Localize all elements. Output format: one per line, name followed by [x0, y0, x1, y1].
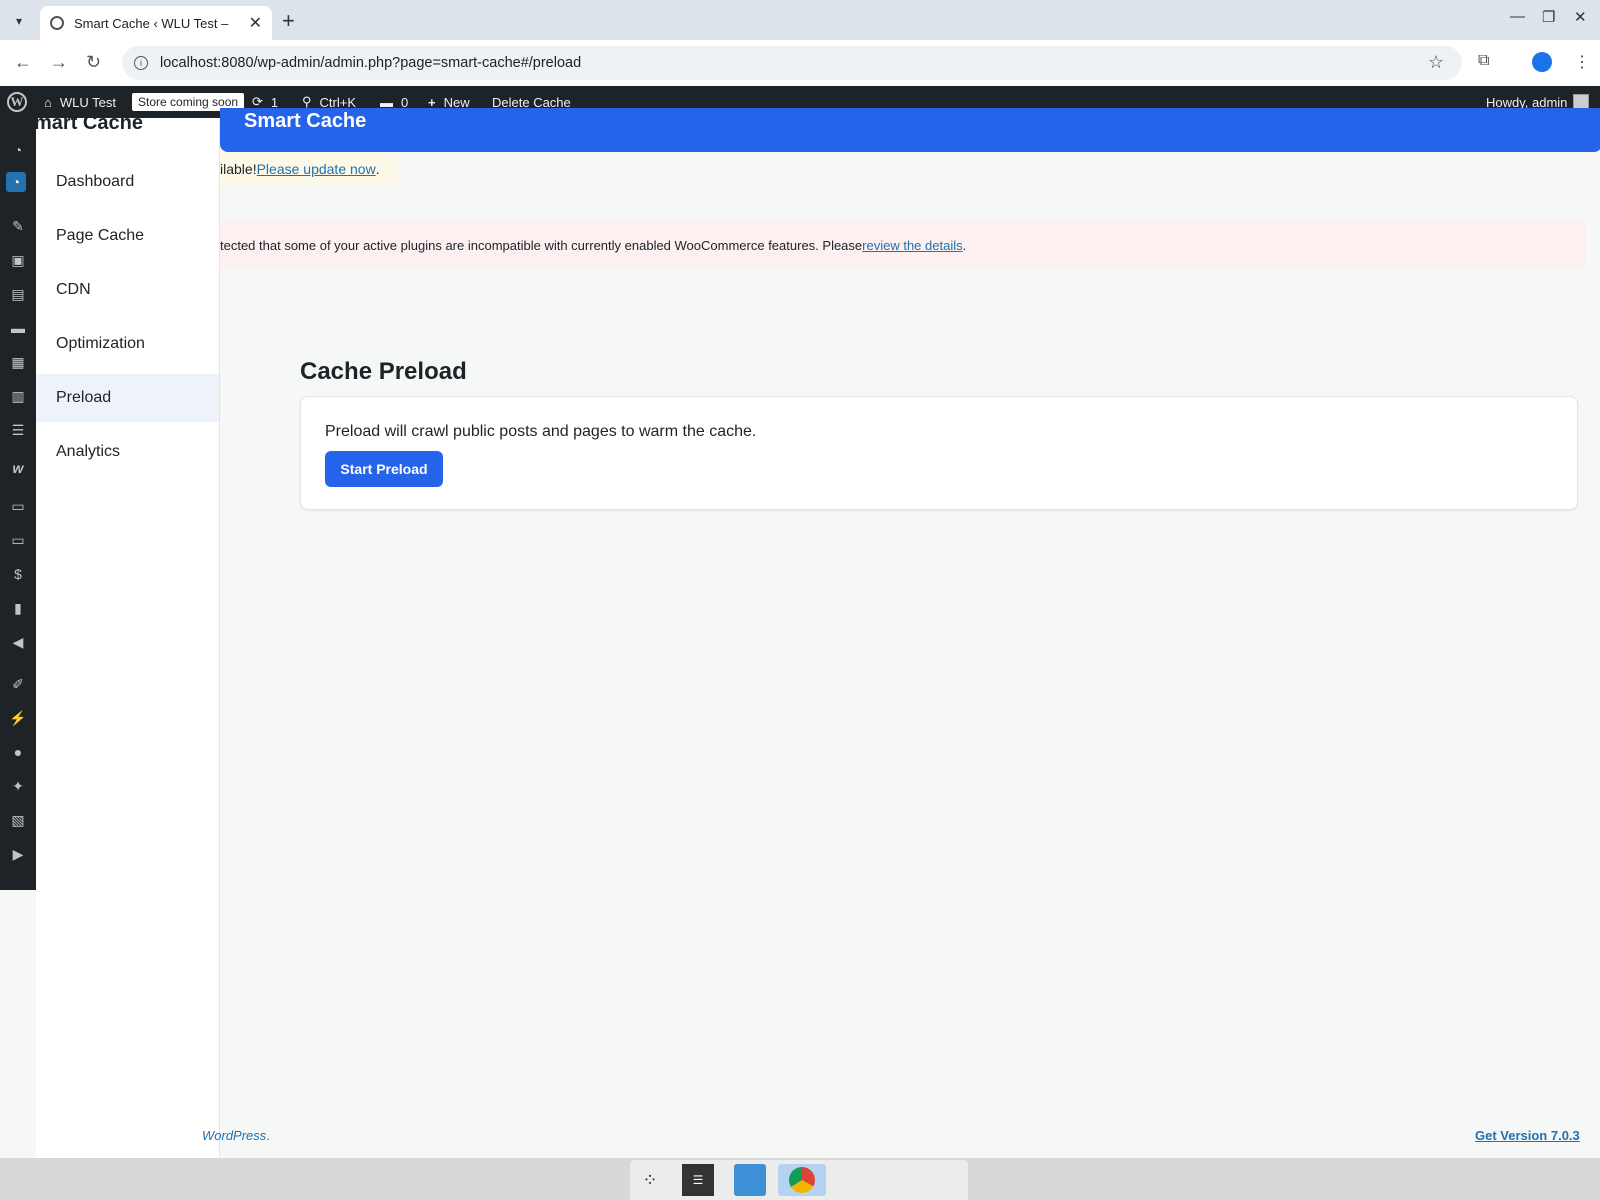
update-notice: ilable! Please update now .: [220, 152, 398, 186]
plugin-brand: mart Cache: [36, 118, 143, 134]
site-name-link[interactable]: ⌂ WLU Test: [44, 86, 116, 118]
tab-favicon-icon: [50, 16, 64, 30]
url-text[interactable]: localhost:8080/wp-admin/admin.php?page=s…: [160, 55, 581, 71]
bookmark-star-icon[interactable]: ☆: [1428, 52, 1444, 73]
minimize-icon[interactable]: —: [1510, 8, 1525, 25]
files-app-icon[interactable]: [734, 1164, 766, 1196]
window-close-icon[interactable]: ✕: [1574, 8, 1587, 26]
subnav-item-page-cache[interactable]: Page Cache: [36, 212, 219, 260]
tab-title: Smart Cache ‹ WLU Test –: [74, 15, 229, 31]
chrome-app-icon[interactable]: [778, 1164, 826, 1196]
tab-search-icon[interactable]: ▾: [8, 10, 30, 32]
dashboard-icon[interactable]: ◔: [8, 140, 28, 160]
update-notice-suffix: .: [375, 161, 380, 177]
wp-logo-icon[interactable]: W: [7, 86, 27, 118]
appearance-icon[interactable]: ✐: [8, 674, 28, 694]
users-icon[interactable]: ●: [8, 742, 28, 762]
site-name: WLU Test: [59, 94, 116, 110]
analytics-icon[interactable]: ▮: [8, 598, 28, 618]
footer-credit-suffix: .: [266, 1128, 270, 1143]
calendar-icon[interactable]: ▦: [8, 352, 28, 372]
update-notice-text: ilable!: [220, 161, 257, 177]
subnav-item-optimization[interactable]: Optimization: [36, 320, 219, 368]
subnav-item-dashboard[interactable]: Dashboard: [36, 158, 219, 206]
profile-avatar-icon[interactable]: [1532, 52, 1552, 72]
plugins-icon[interactable]: ⚡: [8, 708, 28, 728]
site-info-icon[interactable]: i: [134, 56, 148, 70]
get-version-link[interactable]: Get Version 7.0.3: [1475, 1128, 1580, 1143]
play-icon[interactable]: ▶: [8, 844, 28, 864]
incompatible-notice-text: tected that some of your active plugins …: [220, 237, 863, 253]
finance-icon[interactable]: $: [8, 564, 28, 584]
plugin-subnav: mart Cache Dashboard Page Cache CDN Opti…: [36, 118, 220, 1158]
incompatible-notice-suffix: .: [962, 237, 967, 253]
dock: ⁘ ☰: [630, 1160, 968, 1200]
payments-icon[interactable]: ▭: [8, 530, 28, 550]
tools-icon[interactable]: ✦: [8, 776, 28, 796]
comments-icon[interactable]: ▬: [8, 318, 28, 338]
home-icon: ⌂: [44, 94, 52, 110]
subnav-item-analytics[interactable]: Analytics: [36, 428, 219, 476]
reload-icon[interactable]: ↻: [86, 52, 101, 73]
woocommerce-icon[interactable]: w: [8, 458, 28, 478]
address-bar[interactable]: i localhost:8080/wp-admin/admin.php?page…: [122, 46, 1462, 80]
footer-credit: WordPress.: [202, 1128, 288, 1143]
preload-card: Preload will crawl public posts and page…: [300, 396, 1578, 510]
incompatible-plugins-notice: tected that some of your active plugins …: [220, 220, 1586, 270]
launcher-icon[interactable]: ⁘: [634, 1164, 666, 1196]
page-title: Cache Preload: [300, 358, 467, 385]
browser-toolbar: ← → ↻ i localhost:8080/wp-admin/admin.ph…: [0, 40, 1600, 86]
smart-cache-icon[interactable]: ◔: [6, 172, 26, 192]
wordpress-link[interactable]: WordPress: [202, 1128, 266, 1143]
browser-tabbar: ▾ Smart Cache ‹ WLU Test – ✕ + — ❐ ✕: [0, 0, 1600, 40]
products-icon[interactable]: ▭: [8, 496, 28, 516]
posts-icon[interactable]: ✎: [8, 216, 28, 236]
update-now-link[interactable]: Please update now: [257, 161, 376, 177]
restore-icon[interactable]: ❐: [1542, 8, 1555, 26]
list-icon[interactable]: ☰: [8, 420, 28, 440]
review-details-link[interactable]: review the details: [862, 238, 962, 253]
start-preload-button[interactable]: Start Preload: [325, 451, 443, 487]
forms-icon[interactable]: ▥: [8, 386, 28, 406]
new-tab-icon[interactable]: +: [282, 8, 295, 34]
preload-description: Preload will crawl public posts and page…: [325, 423, 757, 440]
extensions-icon[interactable]: ⧉: [1478, 52, 1489, 70]
pages-icon[interactable]: ▤: [8, 284, 28, 304]
banner-title: Smart Cache: [244, 110, 367, 132]
tab-close-icon[interactable]: ✕: [249, 13, 262, 33]
plugin-header-banner: Smart Cache: [220, 108, 1600, 152]
subnav-item-preload[interactable]: Preload: [36, 374, 219, 422]
forward-icon[interactable]: →: [50, 52, 68, 73]
back-icon[interactable]: ←: [14, 52, 32, 73]
settings-icon[interactable]: ▧: [8, 810, 28, 830]
browser-tab[interactable]: Smart Cache ‹ WLU Test – ✕: [40, 6, 272, 40]
settings-app-icon[interactable]: ☰: [682, 1164, 714, 1196]
browser-menu-icon[interactable]: ⋮: [1574, 52, 1590, 72]
media-icon[interactable]: ▣: [8, 250, 28, 270]
wp-admin-menu: ◔ ◔ ✎ ▣ ▤ ▬ ▦ ▥ ☰ w ▭ ▭ $ ▮ ◀ ✐ ⚡ ● ✦ ▧ …: [0, 118, 36, 890]
marketing-icon[interactable]: ◀: [8, 632, 28, 652]
os-taskbar: ⁘ ☰: [0, 1158, 1600, 1200]
subnav-item-cdn[interactable]: CDN: [36, 266, 219, 314]
